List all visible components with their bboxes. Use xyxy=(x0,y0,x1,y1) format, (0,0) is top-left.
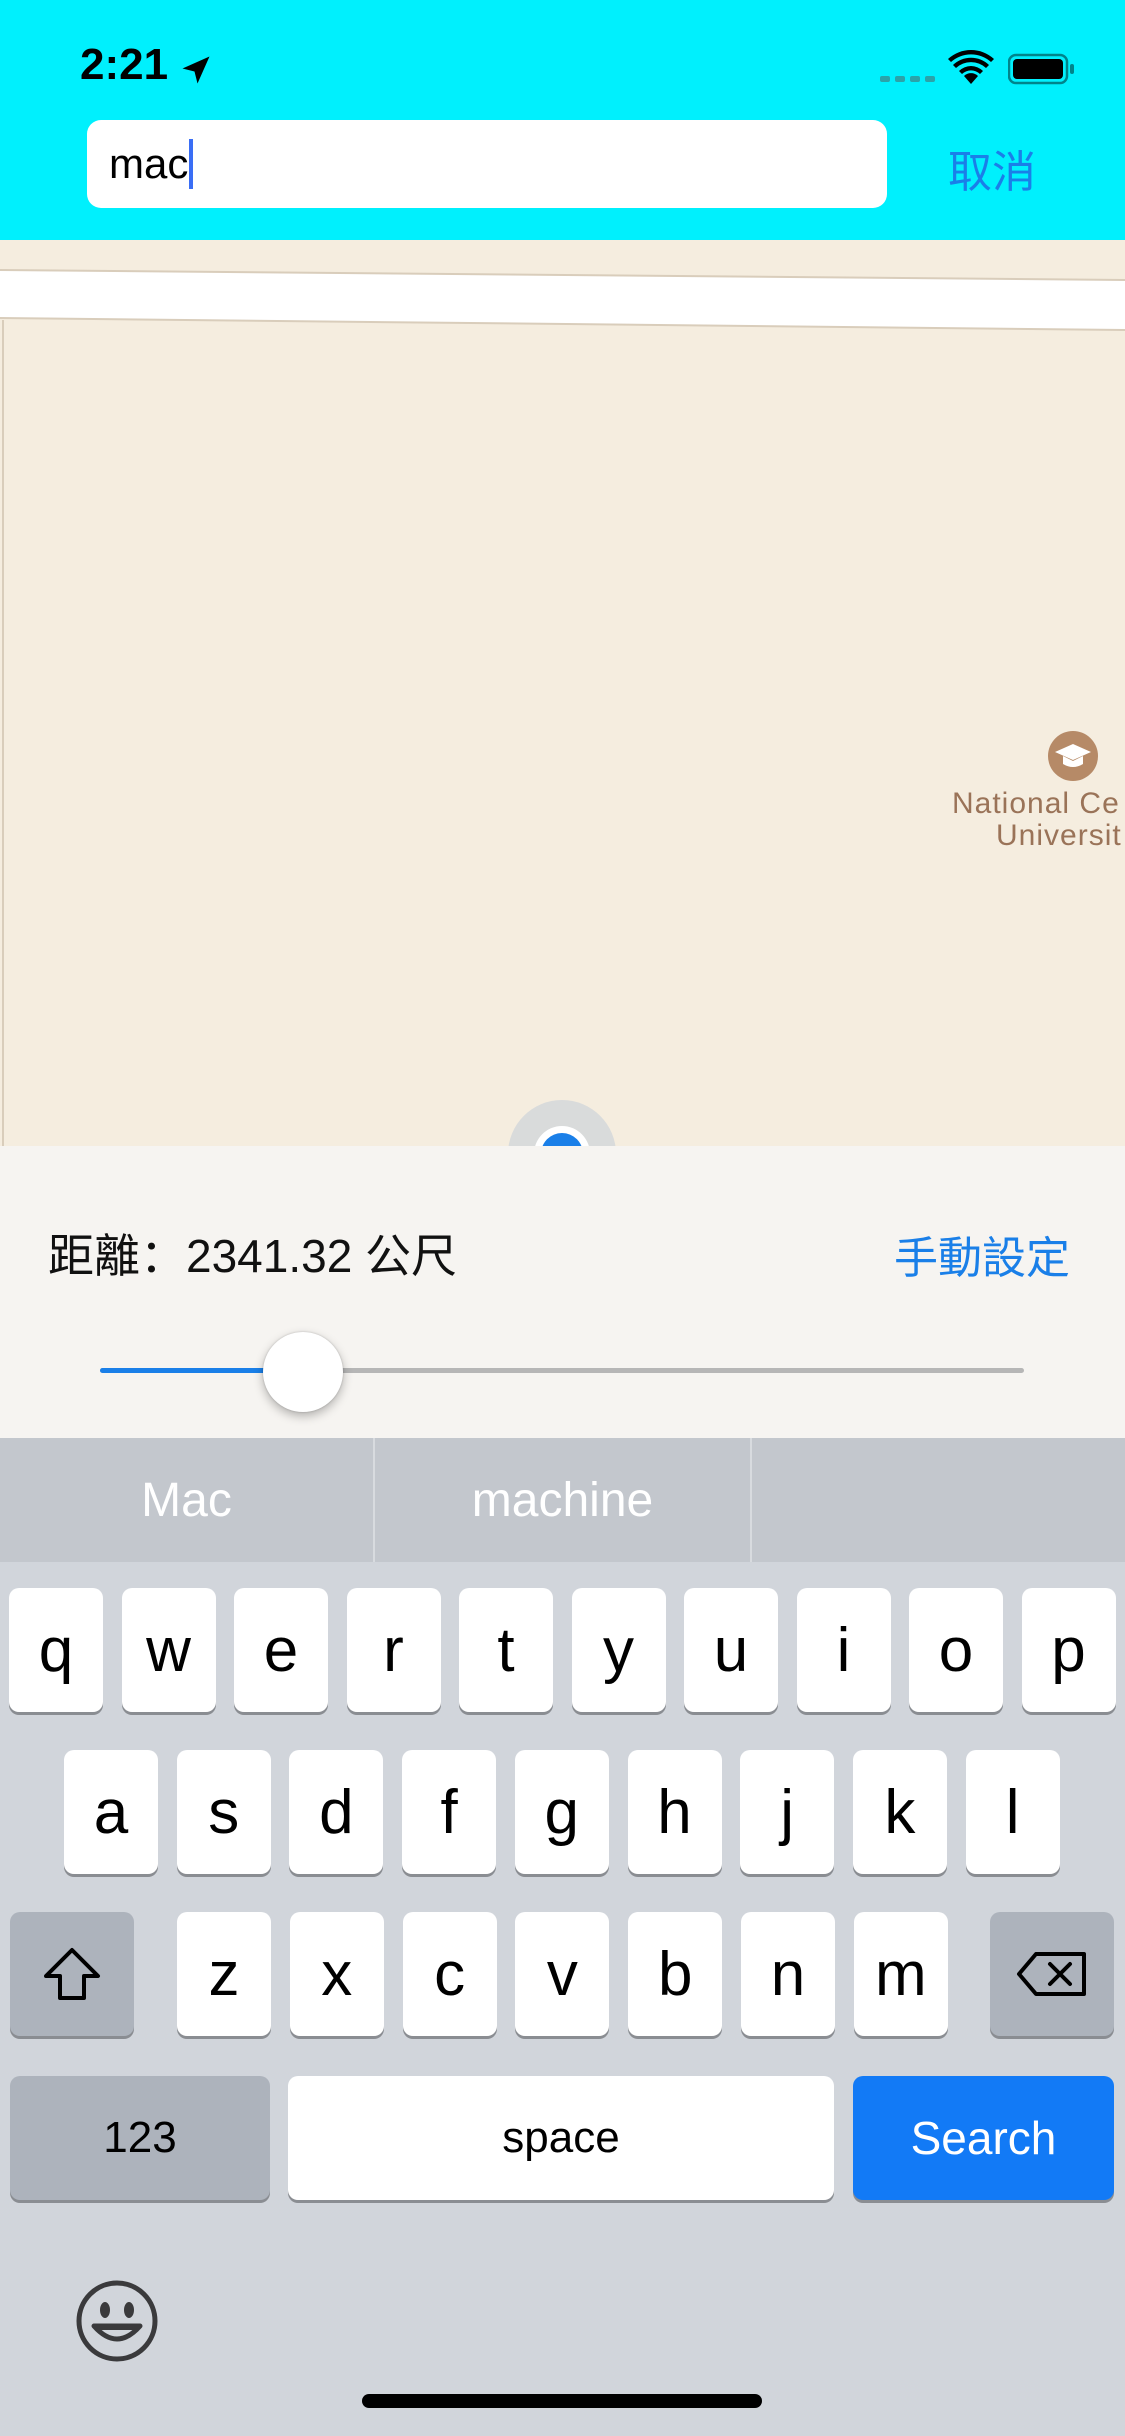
university-icon[interactable] xyxy=(1047,730,1099,782)
key-t[interactable]: t xyxy=(459,1588,553,1712)
delete-key[interactable] xyxy=(990,1912,1114,2036)
key-l[interactable]: l xyxy=(965,1750,1060,1874)
key-u[interactable]: u xyxy=(684,1588,778,1712)
key-g[interactable]: g xyxy=(514,1750,609,1874)
key-q[interactable]: q xyxy=(9,1588,103,1712)
key-h[interactable]: h xyxy=(627,1750,722,1874)
search-input-text: mac xyxy=(109,140,189,187)
key-n[interactable]: n xyxy=(741,1912,835,2036)
backspace-icon xyxy=(1017,1952,1086,1996)
keyboard: qwertyuiop asdfghjkl zxcvbnm 123 space S… xyxy=(0,1562,1125,2436)
manual-setting-button[interactable]: 手動設定 xyxy=(894,1222,1070,1286)
home-indicator[interactable] xyxy=(362,2394,762,2408)
location-arrow-icon xyxy=(182,56,210,84)
distance-label: 距離：2341.32 公尺 xyxy=(48,1220,457,1286)
user-location-icon xyxy=(508,1100,616,1146)
key-i[interactable]: i xyxy=(796,1588,891,1712)
battery-icon xyxy=(1008,53,1074,85)
shift-icon xyxy=(44,1948,100,2000)
key-d[interactable]: d xyxy=(289,1750,384,1874)
distance-panel: 距離：2341.32 公尺 手動設定 xyxy=(0,1146,1125,1438)
key-r[interactable]: r xyxy=(346,1588,441,1712)
status-time: 2:21 xyxy=(80,40,169,89)
suggestion-item[interactable]: Mac xyxy=(0,1438,373,1562)
distance-label-prefix: 距離： xyxy=(48,1230,186,1282)
search-key[interactable]: Search xyxy=(853,2076,1114,2200)
navigation-bar: 2:21 mac 取消 xyxy=(0,0,1125,240)
map-view[interactable]: National Ce Universit xyxy=(0,240,1125,1146)
cancel-button[interactable]: 取消 xyxy=(948,136,1036,200)
space-key[interactable]: space xyxy=(288,2076,834,2200)
text-caret xyxy=(189,139,194,189)
numbers-key[interactable]: 123 xyxy=(10,2076,270,2200)
poi-label-line1: National Ce xyxy=(952,787,1120,820)
cellular-signal-icon xyxy=(880,76,935,82)
key-m[interactable]: m xyxy=(853,1912,948,2036)
slider-thumb[interactable] xyxy=(263,1332,344,1412)
poi-label[interactable]: National Ce Universit xyxy=(952,788,1125,852)
key-s[interactable]: s xyxy=(176,1750,271,1874)
key-w[interactable]: w xyxy=(121,1588,216,1712)
key-c[interactable]: c xyxy=(402,1912,497,2036)
suggestion-item[interactable] xyxy=(752,1438,1125,1562)
key-k[interactable]: k xyxy=(852,1750,947,1874)
key-j[interactable]: j xyxy=(740,1750,835,1874)
key-a[interactable]: a xyxy=(64,1750,158,1874)
key-b[interactable]: b xyxy=(628,1912,723,2036)
map-background xyxy=(0,240,1125,1146)
key-p[interactable]: p xyxy=(1021,1588,1116,1712)
key-e[interactable]: e xyxy=(234,1588,328,1712)
wifi-icon xyxy=(948,50,994,84)
key-z[interactable]: z xyxy=(177,1912,271,2036)
distance-slider[interactable] xyxy=(100,1332,1024,1412)
suggestion-item[interactable]: machine xyxy=(375,1438,750,1562)
key-f[interactable]: f xyxy=(402,1750,497,1874)
key-o[interactable]: o xyxy=(909,1588,1003,1712)
key-y[interactable]: y xyxy=(571,1588,666,1712)
distance-value: 2341.32 公尺 xyxy=(186,1230,458,1282)
search-input[interactable]: mac xyxy=(87,120,887,208)
shift-key[interactable] xyxy=(10,1912,134,2036)
key-v[interactable]: v xyxy=(515,1912,610,2036)
key-x[interactable]: x xyxy=(289,1912,384,2036)
poi-label-line2: Universit xyxy=(996,819,1122,852)
emoji-icon[interactable] xyxy=(74,2278,160,2364)
predictive-suggestion-bar: Mac machine xyxy=(0,1438,1125,1562)
